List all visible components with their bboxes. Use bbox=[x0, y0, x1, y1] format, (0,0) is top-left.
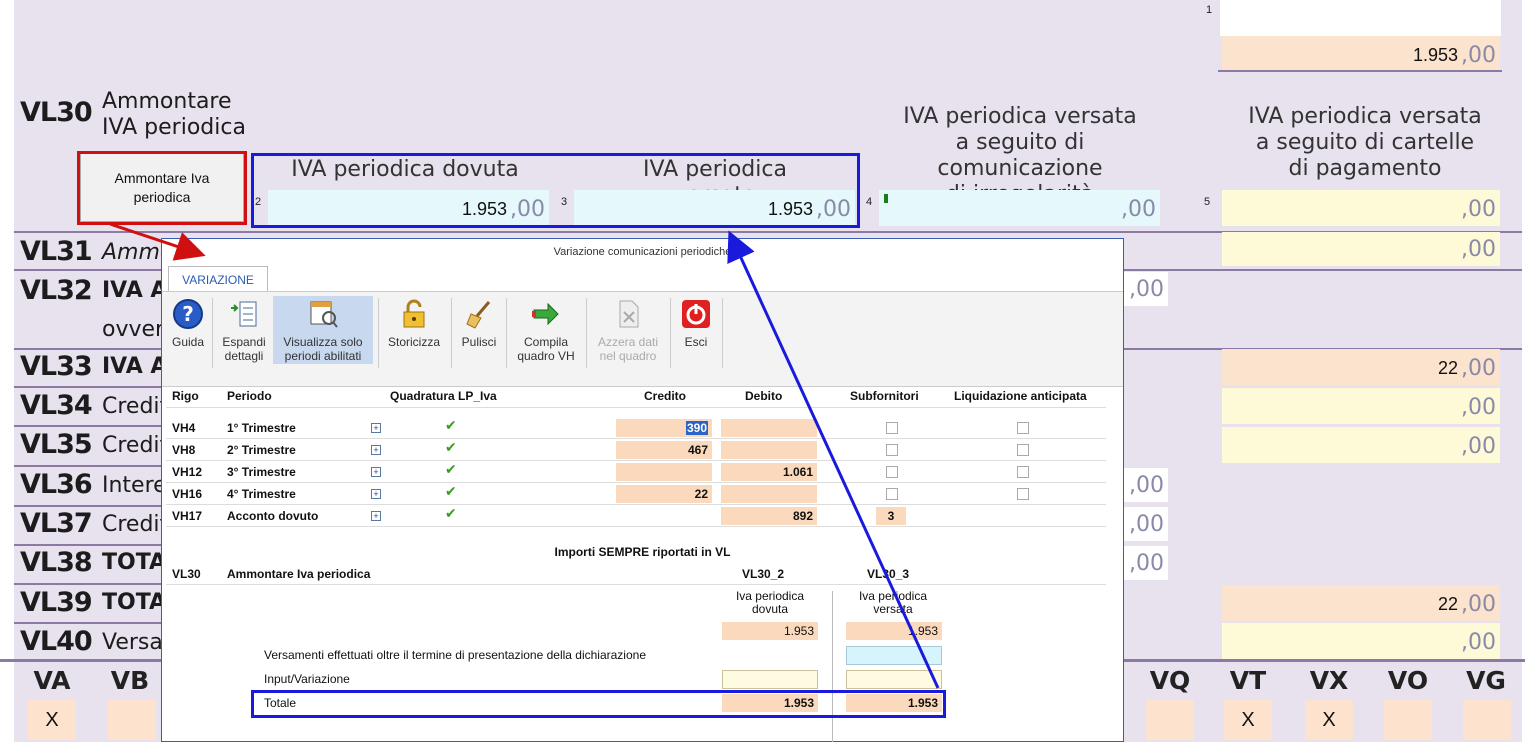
blue-arrow bbox=[727, 230, 940, 689]
annotation-arrows bbox=[109, 222, 940, 689]
red-arrow bbox=[109, 222, 206, 261]
screen: 1 1.953,00 VL30 Ammontare IVA periodica … bbox=[0, 0, 1525, 742]
